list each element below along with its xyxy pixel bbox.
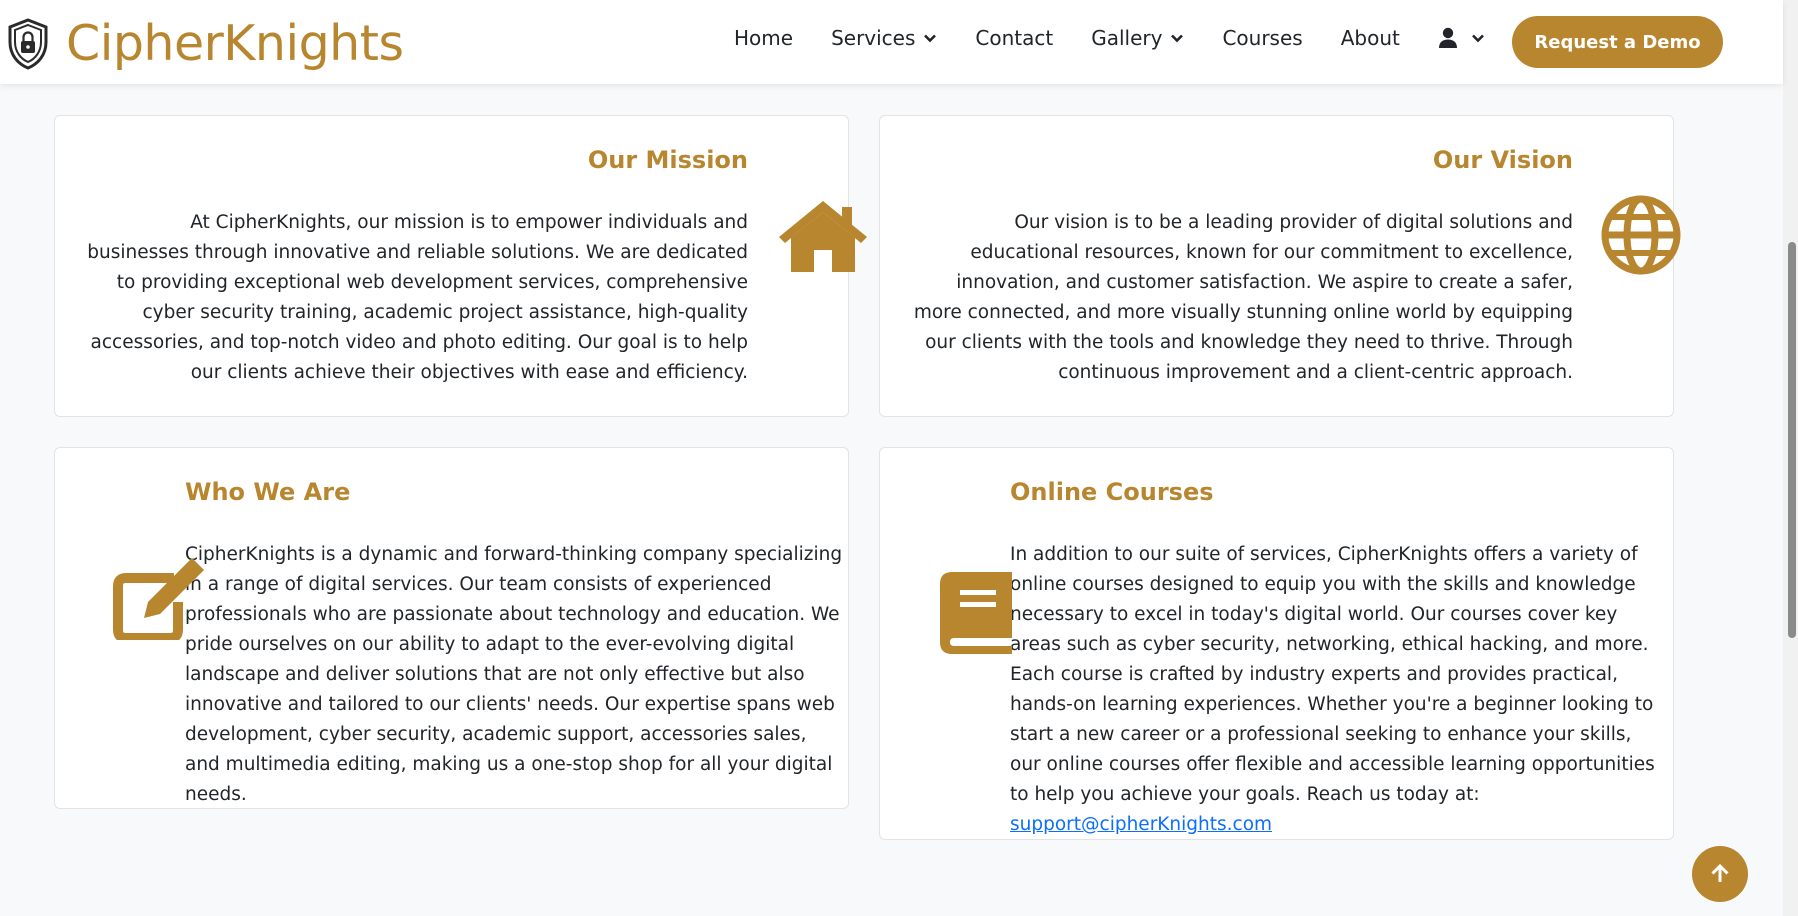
- online-courses-body: In addition to our suite of services, Ci…: [1010, 544, 1655, 805]
- edit-icon: [113, 558, 204, 640]
- chevron-down-icon: [1471, 34, 1484, 43]
- nav-courses[interactable]: Courses: [1222, 26, 1302, 50]
- main-nav: Home Services Contact Gallery Courses Ab…: [734, 26, 1485, 50]
- nav-courses-label: Courses: [1222, 26, 1303, 50]
- brand-name: CipherKnights: [66, 15, 404, 72]
- who-we-are-text: CipherKnights is a dynamic and forward-t…: [185, 544, 843, 805]
- home-icon: [779, 201, 867, 272]
- brand[interactable]: CipherKnights: [6, 13, 404, 75]
- user-menu[interactable]: [1438, 27, 1485, 49]
- nav-contact[interactable]: Contact: [975, 26, 1053, 50]
- back-to-top-button[interactable]: [1692, 846, 1748, 902]
- nav-about[interactable]: About: [1341, 26, 1400, 50]
- shield-lock-icon: [8, 18, 48, 70]
- vision-text: Our vision is to be a leading provider o…: [913, 212, 1573, 383]
- nav-services-label: Services: [831, 26, 916, 50]
- scrollbar-thumb[interactable]: [1788, 242, 1796, 638]
- nav-gallery-label: Gallery: [1091, 26, 1163, 50]
- mission-text: At CipherKnights, our mission is to empo…: [87, 212, 748, 383]
- online-courses-title: Online Courses: [1010, 478, 1214, 506]
- vision-title: Our Vision: [1432, 146, 1573, 174]
- book-icon: [940, 572, 1012, 654]
- request-demo-button[interactable]: Request a Demo: [1512, 16, 1723, 68]
- nav-home-label: Home: [734, 26, 794, 50]
- mission-title: Our Mission: [587, 146, 748, 174]
- nav-about-label: About: [1340, 26, 1400, 50]
- who-we-are-title: Who We Are: [185, 478, 351, 506]
- nav-home[interactable]: Home: [734, 26, 793, 50]
- navbar: CipherKnights Home Services Contact Gall…: [0, 0, 1783, 84]
- mission-card: Our Mission At CipherKnights, our missio…: [54, 115, 849, 417]
- arrow-up-icon: [1711, 863, 1729, 882]
- nav-contact-label: Contact: [975, 26, 1054, 50]
- nav-services[interactable]: Services: [831, 26, 937, 50]
- chevron-down-icon: [924, 34, 937, 43]
- online-courses-text: In addition to our suite of services, Ci…: [1010, 540, 1663, 840]
- globe-icon: [1601, 195, 1681, 275]
- user-icon: [1438, 27, 1457, 48]
- vision-card: Our Vision Our vision is to be a leading…: [879, 115, 1674, 417]
- nav-gallery[interactable]: Gallery: [1091, 26, 1184, 50]
- support-email-link[interactable]: support@cipherKnights.com: [1010, 814, 1272, 835]
- chevron-down-icon: [1171, 34, 1184, 43]
